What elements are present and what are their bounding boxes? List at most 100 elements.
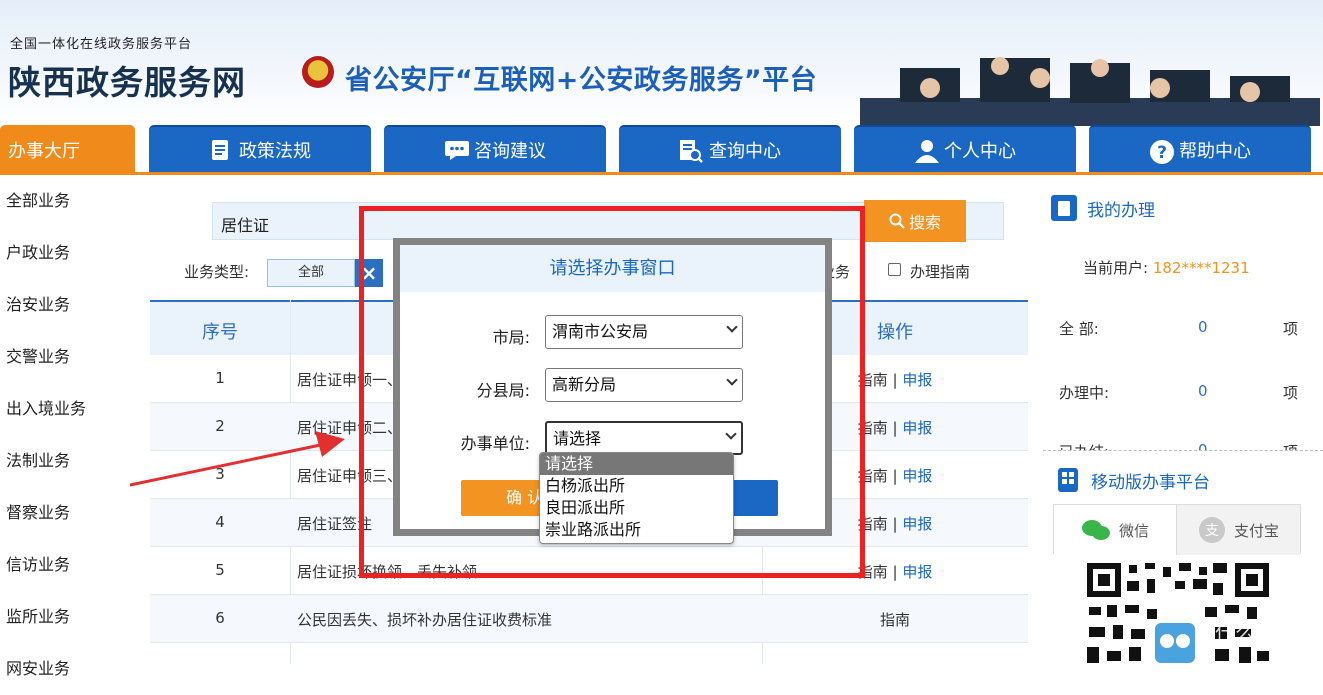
apply-link[interactable]: 申报 [902, 515, 932, 533]
clipboard-icon [1051, 195, 1077, 221]
mobile-platform-title: 移动版办事平台 [1091, 472, 1210, 493]
district-bureau-label: 分县局: [476, 381, 530, 400]
stat-count: 0 [1198, 318, 1208, 336]
office-unit-select[interactable]: 请选择 [545, 421, 743, 455]
col-header-no: 序号 [202, 322, 238, 343]
stat-unit: 项 [1283, 320, 1299, 338]
current-user-label: 当前用户: [1083, 259, 1149, 277]
tab-help[interactable]: ? 帮助中心 [1089, 125, 1311, 172]
platform-subtitle: 全国一体化在线政务服务平台 [10, 37, 193, 52]
staff-illustration [860, 57, 1320, 126]
annotation-arrow [130, 431, 345, 487]
tab-label: 查询中心 [709, 140, 781, 162]
guide-checkbox-label: 办理指南 [910, 263, 971, 281]
sidebar-item[interactable]: 户政业务 [0, 227, 138, 279]
modal-title: 请选择办事窗口 [400, 245, 825, 292]
district-bureau-value: 高新分局 [552, 375, 617, 394]
office-unit-dropdown: 请选择 白杨派出所 良田派出所 崇业路派出所 [539, 452, 734, 544]
search-button-label: 搜索 [908, 213, 941, 232]
row-no: 1 [215, 369, 225, 387]
user-icon [914, 139, 939, 163]
tab-label: 办事大厅 [8, 140, 80, 162]
alipay-icon: 支 [1198, 517, 1225, 543]
stat-count: 0 [1198, 382, 1208, 400]
mobile-icon [1058, 468, 1078, 492]
main-nav: 办事大厅 政策法规 咨询建议 查询中心 个人中心 ? 帮助中心 [0, 125, 1323, 172]
stat-row[interactable]: 办理中: 0 项 [1043, 382, 1323, 440]
dropdown-option[interactable]: 请选择 [540, 453, 733, 475]
current-user-phone: 182****1231 [1152, 259, 1250, 277]
sidebar-item[interactable]: 信访业务 [0, 539, 138, 591]
dropdown-option[interactable]: 良田派出所 [540, 497, 733, 519]
my-handling-title: 我的办理 [1087, 200, 1155, 221]
stat-count: 0 [1198, 441, 1208, 450]
row-no: 6 [215, 609, 225, 627]
sidebar-item[interactable]: 治安业务 [0, 279, 138, 331]
search-doc-icon [679, 139, 703, 163]
guide-checkbox[interactable] [888, 263, 901, 276]
dropdown-option[interactable]: 白杨派出所 [540, 475, 733, 497]
tab-wechat[interactable]: 微信 [1054, 505, 1176, 555]
tab-wechat-label: 微信 [1118, 521, 1149, 540]
site-header: 全国一体化在线政务服务平台 陕西政务服务网 省公安厅“互联网+公安政务服务”平台 [0, 0, 1323, 126]
tab-query[interactable]: 查询中心 [619, 125, 841, 172]
right-panel: 我的办理 当前用户: 182****1231 全 部: 0 项 办理中: 0 项 已办结… [1043, 175, 1323, 665]
chevron-down-icon [726, 321, 738, 333]
stat-label: 办理中: [1059, 384, 1110, 402]
row-name[interactable]: 公民因丢失、损坏补办居住证收费标准 [297, 609, 552, 630]
sidebar-item[interactable]: 全部业务 [0, 175, 138, 227]
site-brand-logo[interactable]: 陕西政务服务网 [8, 56, 246, 104]
sidebar-item[interactable]: 交警业务 [0, 331, 138, 383]
action-separator: | [892, 419, 898, 437]
guide-link[interactable]: 指南 [880, 611, 910, 629]
tab-consult[interactable]: 咨询建议 [384, 125, 606, 172]
stat-unit: 项 [1283, 441, 1298, 450]
svg-text:支: 支 [1205, 523, 1219, 539]
document-icon [209, 139, 231, 161]
sidebar-item[interactable]: 监所业务 [0, 591, 138, 643]
platform-title: 省公安厅“互联网+公安政务服务”平台 [345, 65, 818, 96]
tab-policy[interactable]: 政策法规 [149, 125, 371, 172]
office-unit-label: 办事单位: [460, 434, 530, 453]
stat-row[interactable]: 已办结: 0 项 [1043, 441, 1323, 450]
my-handling-header[interactable]: 我的办理 [1051, 195, 1155, 221]
search-value: 居住证 [221, 216, 270, 235]
stat-row[interactable]: 全 部: 0 项 [1043, 318, 1323, 376]
city-bureau-select[interactable]: 渭南市公安局 [545, 315, 743, 349]
action-separator: | [892, 371, 898, 389]
search-button[interactable]: 搜索 [864, 200, 966, 242]
search-icon [889, 213, 905, 229]
action-separator: | [892, 467, 898, 485]
tab-service-hall[interactable]: 办事大厅 [0, 125, 135, 172]
apply-link[interactable]: 申报 [902, 371, 932, 389]
apply-link[interactable]: 申报 [902, 419, 932, 437]
current-user: 当前用户: 182****1231 [1083, 257, 1250, 278]
mobile-platform-panel: 移动版办事平台 微信 支 支付宝 什么值得买 [1043, 450, 1323, 665]
apply-link[interactable]: 申报 [902, 467, 932, 485]
dropdown-option[interactable]: 崇业路派出所 [540, 519, 733, 541]
stat-label: 已办结: [1059, 441, 1109, 450]
sidebar-item[interactable]: 督察业务 [0, 487, 138, 539]
business-type-select[interactable]: 全部 [267, 259, 355, 287]
tab-personal[interactable]: 个人中心 [854, 125, 1076, 172]
action-separator: | [892, 563, 898, 581]
district-bureau-select[interactable]: 高新分局 [545, 368, 743, 402]
office-unit-value: 请选择 [553, 429, 602, 448]
city-bureau-value: 渭南市公安局 [552, 322, 649, 341]
chevron-down-icon [725, 428, 737, 440]
city-bureau-label: 市局: [492, 328, 530, 347]
business-type-label: 业务类型: [184, 263, 250, 281]
chevron-down-icon [726, 374, 738, 386]
sidebar-item[interactable]: 出入境业务 [0, 383, 138, 435]
apply-link[interactable]: 申报 [902, 563, 932, 581]
watermark: 什么值得买 [1215, 621, 1315, 645]
sidebar: 全部业务 户政业务 治安业务 交警业务 出入境业务 法制业务 督察业务 信访业务… [0, 175, 138, 678]
cancel-button[interactable] [730, 480, 778, 516]
action-separator: | [892, 515, 898, 533]
qr-code [1085, 561, 1271, 665]
sidebar-item[interactable]: 法制业务 [0, 435, 138, 487]
sidebar-item[interactable]: 网安业务 [0, 643, 138, 695]
wechat-icon [1081, 520, 1110, 540]
tab-alipay[interactable]: 支 支付宝 [1176, 505, 1300, 555]
tab-label: 咨询建议 [474, 140, 546, 162]
